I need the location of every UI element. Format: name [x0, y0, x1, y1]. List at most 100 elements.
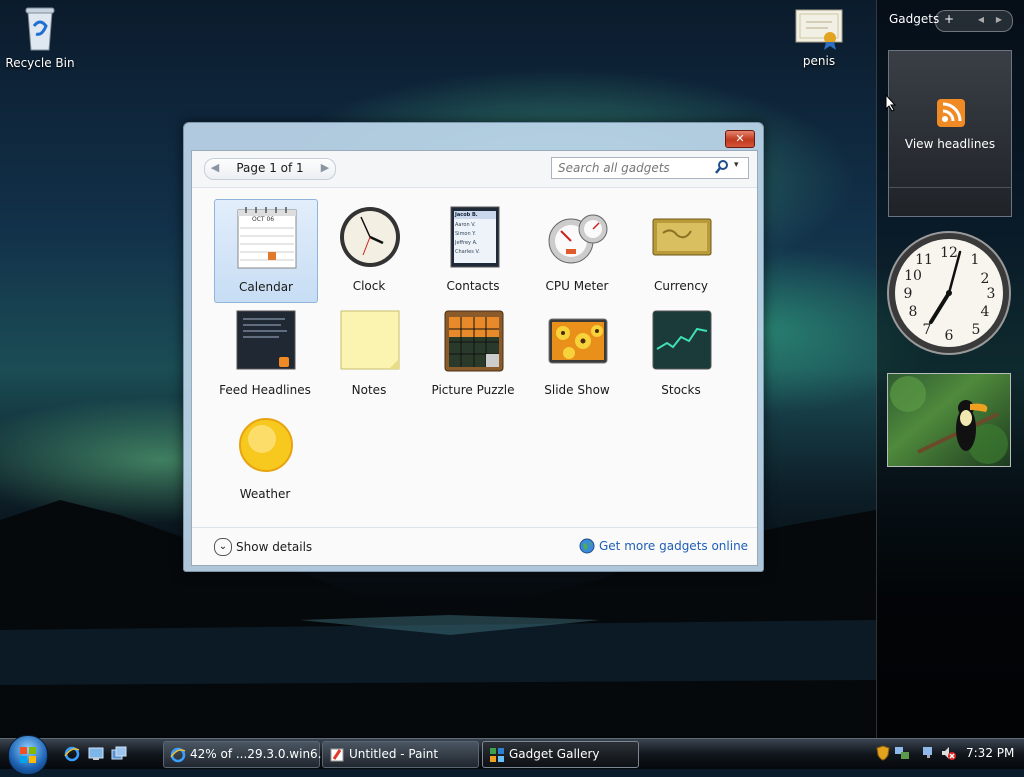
recycle-bin-icon	[25, 7, 55, 51]
contacts-thumb-name: Jeffrey A.	[455, 240, 478, 246]
switch-windows-icon[interactable]	[111, 746, 127, 762]
contacts-thumb-name: Jacob B.	[455, 212, 478, 218]
svg-text:2: 2	[981, 271, 990, 287]
gadget-label: Currency	[653, 279, 709, 293]
certificate-document-icon	[795, 9, 843, 50]
slideshow-gadget[interactable]	[887, 373, 1011, 467]
pager: ◀ Page 1 of 1 ▶	[204, 158, 336, 180]
contacts-thumb-name: Aaron V.	[455, 222, 476, 228]
toucan-photo	[890, 376, 1008, 464]
desktop-icon-recycle-bin[interactable]: Recycle Bin	[0, 4, 80, 70]
internet-explorer-icon[interactable]	[64, 746, 80, 762]
weather-icon	[239, 418, 293, 472]
show-desktop-icon[interactable]	[88, 746, 104, 762]
desktop-icon-label: Recycle Bin	[5, 56, 75, 70]
feed-headlines-gadget[interactable]: View headlines	[888, 50, 1012, 217]
gallery-body: ◀ Page 1 of 1 ▶ ▾	[191, 150, 758, 566]
gadget-label: Stocks	[661, 383, 701, 397]
svg-text:3: 3	[987, 286, 996, 302]
gadget-tile-cpu-meter[interactable]: CPU Meter	[526, 199, 628, 301]
taskbar-item-gadget-gallery[interactable]: Gadget Gallery	[482, 741, 639, 768]
gadget-label: Calendar	[239, 280, 293, 294]
gadget-tile-feed-headlines[interactable]: Feed Headlines	[214, 303, 316, 405]
clock-icon	[340, 207, 400, 267]
sidebar-controls: + ◀ ▶	[935, 10, 1013, 32]
stocks-icon	[652, 310, 712, 370]
gadget-tile-weather[interactable]: Weather	[214, 407, 316, 509]
add-gadget-button[interactable]: +	[940, 12, 958, 26]
svg-text:5: 5	[972, 322, 981, 338]
gallery-footer: ⌄ Show details Get more gadgets online	[192, 527, 757, 566]
currency-icon	[652, 218, 712, 256]
gadget-grid: OCT 06 Calendar Clock Jacob B. Aaron V. …	[214, 197, 734, 509]
gadget-label: Slide Show	[544, 383, 610, 397]
next-page-button[interactable]: ▶	[317, 161, 333, 174]
taskbar: 42% of ...29.3.0.win6... Untitled - Pain…	[0, 735, 1024, 775]
volume-muted-icon[interactable]	[940, 745, 956, 761]
chevron-down-icon: ⌄	[214, 538, 232, 556]
slide-show-icon	[548, 318, 608, 364]
gadget-tile-stocks[interactable]: Stocks	[630, 303, 732, 405]
sidebar-prev-button[interactable]: ◀	[972, 15, 990, 24]
taskbar-item-internet-explorer[interactable]: 42% of ...29.3.0.win6...	[163, 741, 329, 768]
gadget-label: Feed Headlines	[219, 383, 311, 397]
search-icon[interactable]	[714, 159, 730, 175]
gadget-tile-notes[interactable]: Notes	[318, 303, 420, 405]
gadget-label: CPU Meter	[545, 279, 609, 293]
sidebar-next-button[interactable]: ▶	[990, 15, 1008, 24]
view-headlines-link[interactable]: View headlines	[889, 137, 1011, 151]
rss-icon	[937, 99, 965, 127]
contacts-thumb-name: Simon Y.	[455, 231, 476, 237]
gadget-tile-contacts[interactable]: Jacob B. Aaron V. Simon Y. Jeffrey A. Ch…	[422, 199, 524, 301]
search-box: ▾	[551, 157, 749, 179]
taskbar-item-label: Gadget Gallery	[509, 747, 600, 761]
windows-orb-icon	[20, 747, 36, 763]
svg-text:11: 11	[915, 252, 933, 268]
page-indicator: Page 1 of 1	[236, 161, 304, 175]
desktop-icon-label: penis	[802, 54, 836, 68]
gadget-label: Notes	[351, 383, 387, 397]
get-more-gadgets-label: Get more gadgets online	[599, 539, 749, 553]
gadget-tile-clock[interactable]: Clock	[318, 199, 420, 301]
security-shield-icon[interactable]	[876, 745, 890, 761]
taskbar-clock[interactable]: 7:32 PM	[966, 746, 1014, 760]
gadget-tile-currency[interactable]: Currency	[630, 199, 732, 301]
taskbar-item-label: 42% of ...29.3.0.win6...	[190, 747, 330, 761]
gadget-label: Clock	[352, 279, 386, 293]
network-icon[interactable]	[894, 745, 910, 761]
svg-text:7: 7	[923, 322, 932, 338]
sidebar-title: Gadgets	[889, 12, 940, 26]
desktop-icon-certificate[interactable]: penis	[779, 6, 859, 68]
gadget-tile-calendar[interactable]: OCT 06 Calendar	[214, 199, 318, 303]
taskbar-item-paint[interactable]: Untitled - Paint	[322, 741, 479, 768]
start-button[interactable]	[8, 735, 48, 775]
feed-gadget-body: View headlines	[889, 51, 1011, 188]
svg-text:1: 1	[971, 252, 980, 268]
picture-puzzle-icon	[444, 310, 504, 372]
search-input[interactable]	[556, 159, 710, 177]
search-dropdown-button[interactable]: ▾	[734, 160, 739, 170]
show-details-label: Show details	[236, 540, 313, 554]
svg-text:9: 9	[904, 286, 913, 302]
svg-text:6: 6	[945, 328, 954, 344]
globe-icon	[579, 538, 595, 554]
show-details-toggle[interactable]: ⌄ Show details	[214, 538, 312, 556]
gadget-tile-picture-puzzle[interactable]: Picture Puzzle	[422, 303, 524, 405]
get-more-gadgets-link[interactable]: Get more gadgets online	[579, 538, 748, 554]
calendar-thumb-month: OCT 06	[252, 216, 275, 223]
analog-clock-icon[interactable]: 12 12 345 678 91011	[886, 230, 1012, 356]
cpu-meter-icon	[548, 214, 608, 264]
paint-icon	[330, 748, 344, 762]
gadget-label: Picture Puzzle	[431, 383, 515, 397]
gadget-gallery-icon	[490, 748, 504, 762]
gadget-tile-slide-show[interactable]: Slide Show	[526, 303, 628, 405]
svg-text:12: 12	[940, 245, 958, 261]
close-button[interactable]: ✕	[725, 130, 755, 148]
gadget-label: Weather	[239, 487, 291, 501]
svg-text:10: 10	[904, 268, 922, 284]
mouse-cursor-icon	[885, 94, 897, 112]
feed-headlines-icon	[236, 310, 296, 370]
svg-text:4: 4	[981, 304, 990, 320]
gadget-label: Contacts	[446, 279, 500, 293]
network-disconnected-icon[interactable]	[922, 745, 938, 761]
